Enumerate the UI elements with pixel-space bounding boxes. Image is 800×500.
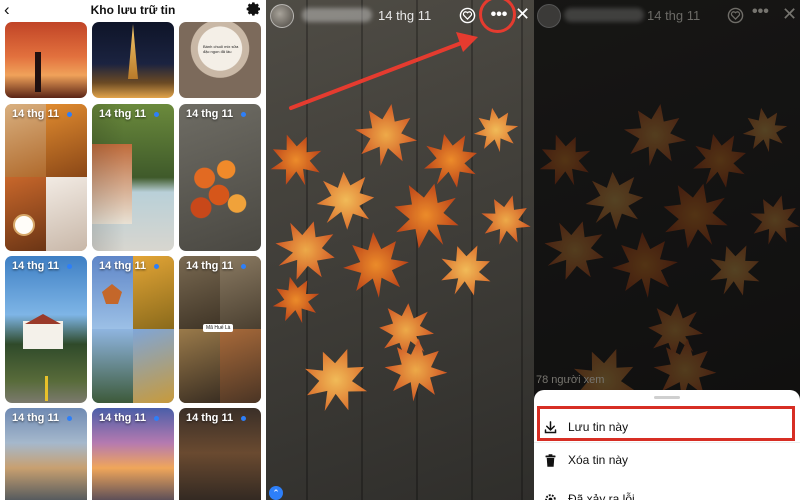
archive-tile[interactable]: 14 thg 11 xyxy=(179,104,261,251)
unseen-dot xyxy=(67,264,72,269)
tile-date: 14 thg 11 xyxy=(99,260,147,272)
delete-story-option[interactable]: Xóa tin này xyxy=(534,445,800,475)
pointer-arrow xyxy=(289,32,478,110)
archive-tile[interactable]: 14 thg 11 xyxy=(92,408,174,500)
tile-date: 14 thg 11 xyxy=(186,412,234,424)
unseen-dot xyxy=(241,112,246,117)
tile-badge: Mã Huế Là xyxy=(203,324,234,332)
story-time: 14 thg 11 xyxy=(647,8,701,23)
heart-check-icon xyxy=(727,7,744,24)
divider xyxy=(534,442,800,443)
archive-tile[interactable]: 14 thg 11 xyxy=(179,408,261,500)
viewer-count[interactable]: 78 người xem xyxy=(536,374,604,386)
trash-icon xyxy=(545,454,556,467)
tile-date: 14 thg 11 xyxy=(186,108,234,120)
archive-header: ‹ Kho lưu trữ tin xyxy=(0,0,266,22)
archive-tile[interactable]: 14 thg 11 xyxy=(92,256,174,403)
chevron-up-icon[interactable]: ⌃ xyxy=(269,486,283,500)
archive-tile[interactable] xyxy=(5,22,87,98)
archive-tile[interactable]: Bánh chuối mix sữa đặc ngon đã lâu xyxy=(179,22,261,98)
tile-date: 14 thg 11 xyxy=(12,412,60,424)
tile-date: 14 thg 11 xyxy=(186,260,234,272)
more-dots-icon: ••• xyxy=(752,3,769,20)
avatar xyxy=(537,4,561,28)
tile-caption: Bánh chuối mix sữa đặc ngon đã lâu xyxy=(203,44,239,54)
blurred-username xyxy=(564,8,644,22)
option-label: Đã xảy ra lỗi xyxy=(568,492,635,500)
tile-date: 14 thg 11 xyxy=(99,412,147,424)
archive-tile[interactable]: 14 thg 11 xyxy=(5,104,87,251)
highlight-box xyxy=(537,406,795,441)
close-icon: ✕ xyxy=(782,4,798,24)
page-title: Kho lưu trữ tin xyxy=(90,3,176,17)
story-archive-panel: ‹ Kho lưu trữ tin Bánh chuối mix sữa đặc… xyxy=(0,0,266,500)
story-viewer[interactable]: 14 thg 11 ••• ✕ ⌃ xyxy=(266,0,534,500)
sheet-handle[interactable] xyxy=(654,396,680,399)
tile-date: 14 thg 11 xyxy=(99,108,147,120)
unseen-dot xyxy=(67,112,72,117)
archive-tile[interactable] xyxy=(92,22,174,98)
tile-date: 14 thg 11 xyxy=(12,108,60,120)
gear-icon xyxy=(545,494,556,500)
archive-tile[interactable]: 14 thg 11 xyxy=(5,256,87,403)
tile-date: 14 thg 11 xyxy=(12,260,60,272)
unseen-dot xyxy=(67,416,72,421)
gear-icon[interactable] xyxy=(246,1,262,17)
option-label: Xóa tin này xyxy=(568,453,629,467)
archive-tile[interactable]: Mã Huế Là 14 thg 11 xyxy=(179,256,261,403)
error-option[interactable]: Đã xảy ra lỗi xyxy=(534,484,800,500)
unseen-dot xyxy=(241,416,246,421)
archive-tile[interactable]: 14 thg 11 xyxy=(92,104,174,251)
story-viewer-with-menu: 14 thg 11 ••• ✕ 78 người xem Lưu tin này… xyxy=(534,0,800,500)
unseen-dot xyxy=(154,264,159,269)
unseen-dot xyxy=(154,112,159,117)
archive-tile[interactable]: 14 thg 11 xyxy=(5,408,87,500)
unseen-dot xyxy=(154,416,159,421)
unseen-dot xyxy=(241,264,246,269)
